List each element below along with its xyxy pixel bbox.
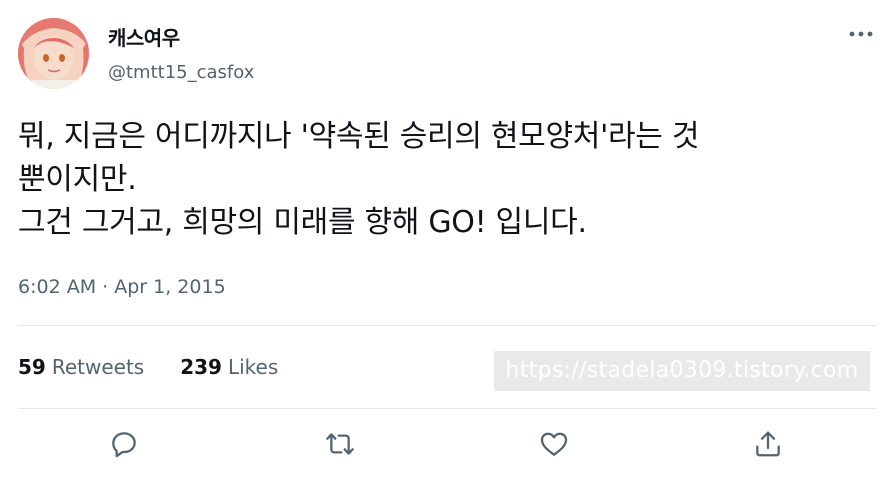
author-handle[interactable]: @tmtt15_casfox — [108, 62, 254, 83]
reply-icon — [112, 432, 136, 458]
divider — [18, 408, 876, 409]
heart-icon — [540, 432, 568, 456]
reply-button[interactable] — [106, 426, 142, 462]
timestamp-separator: · — [96, 276, 115, 298]
tweet-text-line: 뭐, 지금은 어디까지나 '약속된 승리의 현모양처'라는 것 — [18, 119, 700, 154]
tweet-text: 뭐, 지금은 어디까지나 '약속된 승리의 현모양처'라는 것 뿐이지만. 그건… — [18, 115, 878, 244]
tweet-date[interactable]: Apr 1, 2015 — [114, 276, 225, 298]
tweet-timestamp: 6:02 AM · Apr 1, 2015 — [18, 276, 226, 298]
retweet-button[interactable] — [322, 426, 358, 462]
avatar[interactable] — [18, 18, 89, 89]
retweet-icon — [326, 433, 354, 455]
watermark: https://stadela0309.tistory.com — [494, 351, 870, 391]
retweets-stat[interactable]: 59 Retweets — [18, 355, 144, 379]
author-display-name[interactable]: 캐스여우 — [108, 22, 180, 51]
likes-count: 239 — [180, 355, 222, 379]
share-button[interactable] — [750, 426, 786, 462]
likes-stat[interactable]: 239 Likes — [180, 355, 278, 379]
share-icon — [756, 431, 780, 457]
likes-label: Likes — [227, 355, 279, 379]
divider — [18, 325, 876, 326]
retweets-count: 59 — [18, 355, 46, 379]
tweet-text-line: 뿐이지만. — [18, 162, 137, 197]
retweets-label: Retweets — [51, 355, 145, 379]
tweet-time[interactable]: 6:02 AM — [18, 276, 96, 298]
tweet-text-line: 그건 그거고, 희망의 미래를 향해 GO! 입니다. — [18, 205, 587, 240]
more-options-button[interactable] — [844, 22, 878, 46]
like-button[interactable] — [536, 426, 572, 462]
tweet-stats: 59 Retweets 239 Likes — [18, 355, 314, 379]
more-horizontal-icon — [849, 31, 873, 37]
avatar-image — [18, 18, 89, 89]
